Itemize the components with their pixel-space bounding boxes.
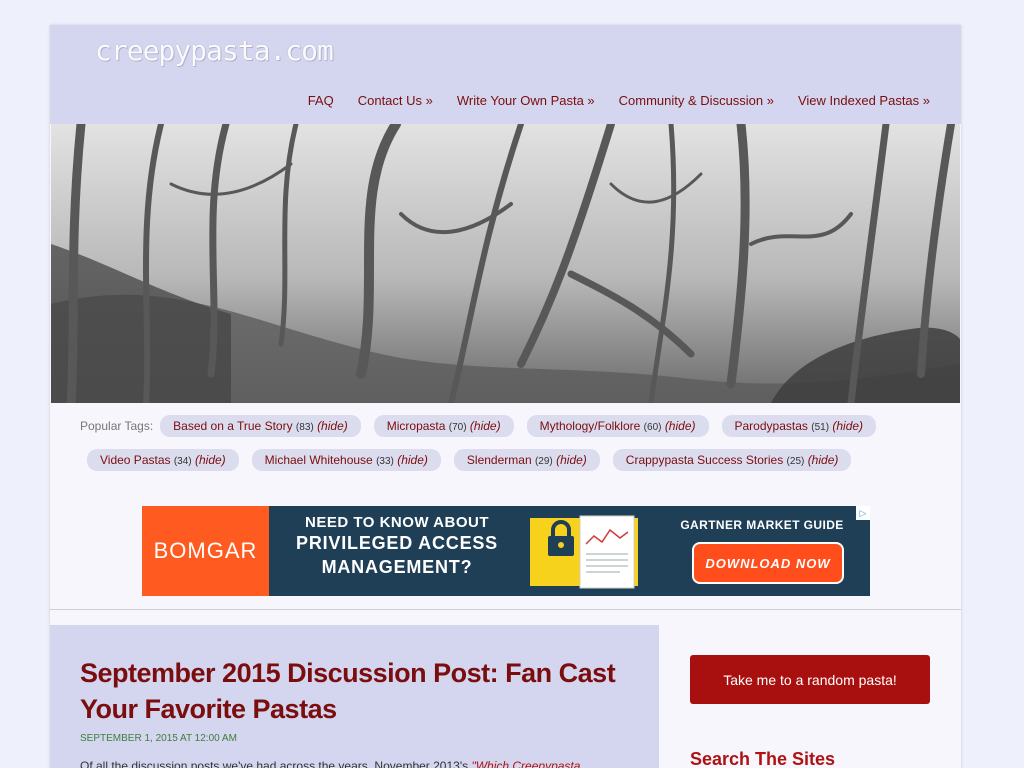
tag-count: (51) [811, 422, 830, 433]
tag-row: Popular Tags: Based on a True Story (83)… [80, 415, 889, 437]
site-header: creepypasta.com FAQ Contact Us » Write Y… [50, 25, 961, 124]
nav-contact-us[interactable]: Contact Us » [358, 93, 433, 108]
popular-tags: Popular Tags: Based on a True Story (83)… [50, 403, 961, 485]
site-logo[interactable]: creepypasta.com [95, 34, 334, 67]
header-banner-image [51, 124, 960, 403]
tag-michael-whitehouse[interactable]: Michael Whitehouse (33) (hide) [251, 449, 441, 471]
post-title[interactable]: September 2015 Discussion Post: Fan Cast… [80, 655, 630, 727]
tag-mythology-folklore[interactable]: Mythology/Folklore (60) (hide) [526, 415, 709, 437]
ad-headline: NEED TO KNOW ABOUT PRIVILEGED ACCESS MAN… [269, 514, 525, 579]
tag-name[interactable]: Micropasta [387, 419, 446, 433]
post-excerpt: Of all the discussion posts we've had ac… [80, 759, 580, 768]
sidebar: Take me to a random pasta! Search The Si… [659, 625, 961, 768]
tag-micropasta[interactable]: Micropasta (70) (hide) [373, 415, 514, 437]
advertisement-banner[interactable]: BOMGAR NEED TO KNOW ABOUT PRIVILEGED ACC… [142, 506, 870, 596]
tag-slenderman[interactable]: Slenderman (29) (hide) [453, 449, 600, 471]
post-excerpt-link[interactable]: "Which Creepypasta [471, 759, 580, 768]
tag-name[interactable]: Parodypastas [735, 419, 808, 433]
tag-count: (83) [295, 422, 314, 433]
ad-guide-label: GARTNER MARKET GUIDE [680, 518, 844, 532]
post-excerpt-text: Of all the discussion posts we've had ac… [80, 759, 469, 768]
tag-count: (60) [643, 422, 662, 433]
tag-hide-link[interactable]: (hide) [195, 453, 226, 467]
nav-community-discussion[interactable]: Community & Discussion » [619, 93, 774, 108]
tag-hide-link[interactable]: (hide) [470, 419, 501, 433]
ad-download-button[interactable]: DOWNLOAD NOW [692, 542, 844, 584]
padlock-report-graphic [530, 515, 638, 589]
tag-row: Video Pastas (34) (hide) Michael Whiteho… [87, 449, 864, 471]
tag-hide-link[interactable]: (hide) [556, 453, 587, 467]
tag-count: (34) [173, 456, 192, 467]
content-divider [50, 609, 961, 610]
tag-hide-link[interactable]: (hide) [832, 419, 863, 433]
search-sites-heading: Search The Sites [690, 749, 836, 768]
random-pasta-button[interactable]: Take me to a random pasta! [690, 655, 930, 704]
ad-brand-logo: BOMGAR [142, 506, 269, 596]
tag-name[interactable]: Crappypasta Success Stories [626, 453, 783, 467]
nav-write-your-own-pasta[interactable]: Write Your Own Pasta » [457, 93, 595, 108]
tag-based-on-a-true-story[interactable]: Based on a True Story (83) (hide) [160, 415, 361, 437]
tag-name[interactable]: Michael Whitehouse [265, 453, 373, 467]
tag-name[interactable]: Slenderman [467, 453, 532, 467]
tag-video-pastas[interactable]: Video Pastas (34) (hide) [87, 449, 239, 471]
popular-tags-label: Popular Tags: [80, 419, 154, 433]
foggy-forest-image [51, 124, 960, 403]
ad-headline-line: NEED TO KNOW ABOUT [305, 514, 489, 531]
nav-faq[interactable]: FAQ [308, 93, 334, 108]
tag-count: (29) [534, 456, 553, 467]
tag-name[interactable]: Based on a True Story [173, 419, 292, 433]
page-container: creepypasta.com FAQ Contact Us » Write Y… [50, 25, 961, 768]
main-nav: FAQ Contact Us » Write Your Own Pasta » … [308, 93, 930, 108]
tag-parodypastas[interactable]: Parodypastas (51) (hide) [721, 415, 877, 437]
ad-offer: GARTNER MARKET GUIDE DOWNLOAD NOW [662, 518, 862, 584]
tag-hide-link[interactable]: (hide) [397, 453, 428, 467]
tag-hide-link[interactable]: (hide) [317, 419, 348, 433]
tag-name[interactable]: Mythology/Folklore [540, 419, 641, 433]
post-date: SEPTEMBER 1, 2015 AT 12:00 AM [80, 733, 237, 744]
ad-headline-line: MANAGEMENT? [321, 557, 473, 577]
post-article: September 2015 Discussion Post: Fan Cast… [50, 625, 659, 768]
tag-name[interactable]: Video Pastas [100, 453, 171, 467]
tag-hide-link[interactable]: (hide) [808, 453, 839, 467]
adchoices-icon[interactable]: ▷ [856, 506, 870, 520]
tag-count: (70) [448, 422, 467, 433]
nav-view-indexed-pastas[interactable]: View Indexed Pastas » [798, 93, 930, 108]
tag-count: (25) [786, 456, 805, 467]
tag-count: (33) [376, 456, 394, 467]
tag-hide-link[interactable]: (hide) [665, 419, 696, 433]
tag-crappypasta-success-stories[interactable]: Crappypasta Success Stories (25) (hide) [612, 449, 852, 471]
ad-headline-line: PRIVILEGED ACCESS [296, 533, 498, 553]
